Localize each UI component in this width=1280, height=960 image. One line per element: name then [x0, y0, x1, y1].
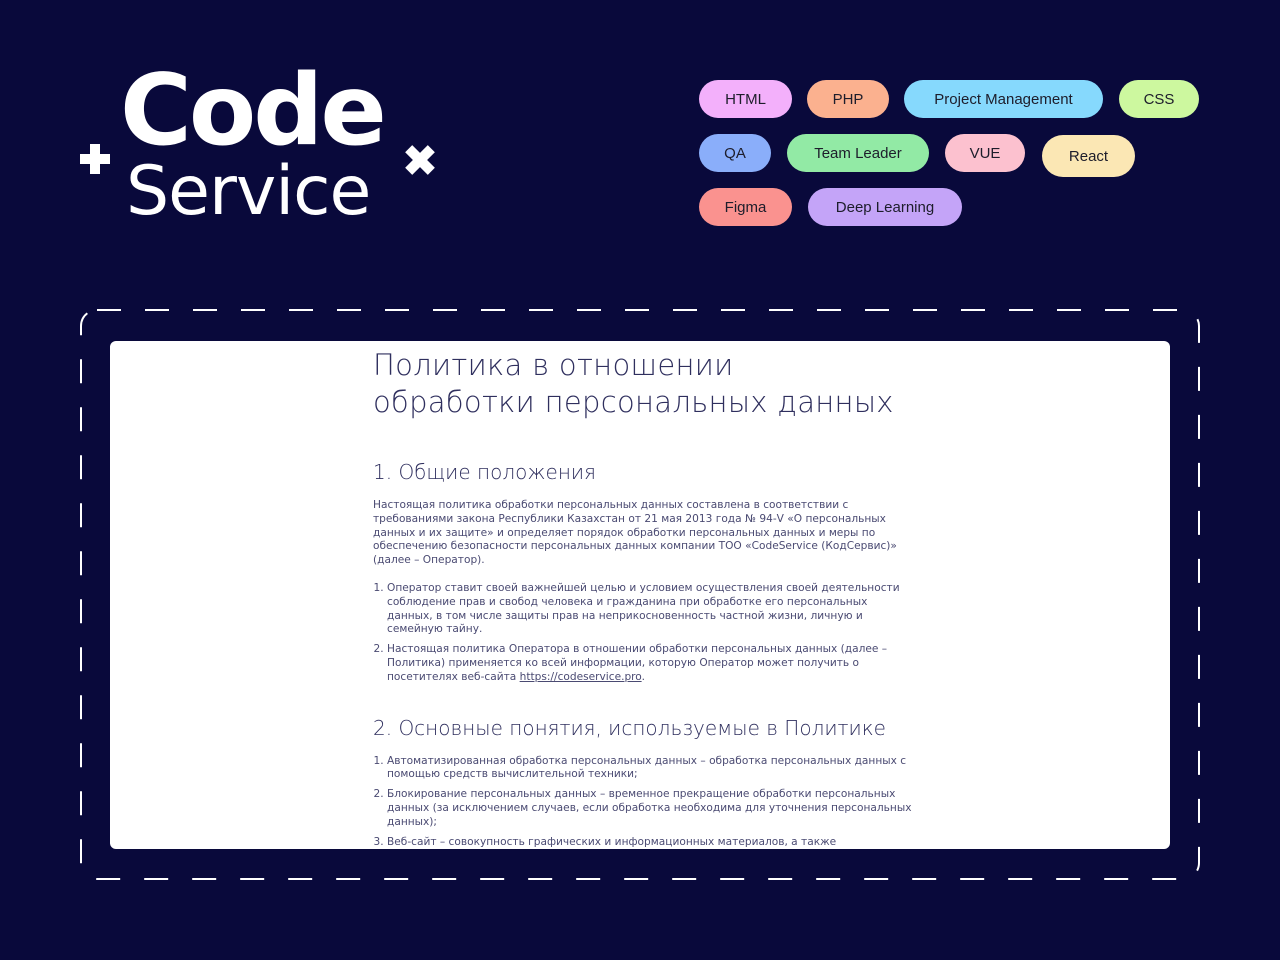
title-line-2: обработки персональных данных — [373, 385, 894, 419]
section-2-heading: 2. Основные понятия, используемые в Поли… — [373, 715, 886, 740]
document-screenshot: Политика в отношении обработки персональн… — [110, 341, 1170, 849]
list-item: Автоматизированная обработка персональны… — [387, 755, 913, 783]
list-item: Настоящая политика Оператора в отношении… — [387, 643, 913, 684]
list-item: Блокирование персональных данных – време… — [387, 788, 913, 829]
list-item-end: . — [641, 670, 645, 683]
section-1-heading: 1. Общие положения — [373, 460, 596, 484]
section-1-intro: Настоящая политика обработки персональны… — [373, 499, 897, 567]
privacy-policy-document: Политика в отношении обработки персональн… — [373, 347, 913, 849]
section-2-list: Автоматизированная обработка персональны… — [373, 755, 913, 849]
website-link[interactable]: https://codeservice.pro — [520, 671, 642, 683]
list-item: Веб-сайт – совокупность графических и ин… — [387, 836, 913, 849]
list-item: Оператор ставит своей важнейшей целью и … — [387, 582, 913, 637]
title-line-1: Политика в отношении — [373, 348, 734, 382]
section-1-list: Оператор ставит своей важнейшей целью и … — [373, 582, 913, 685]
page-title: Политика в отношении обработки персональн… — [373, 347, 913, 421]
